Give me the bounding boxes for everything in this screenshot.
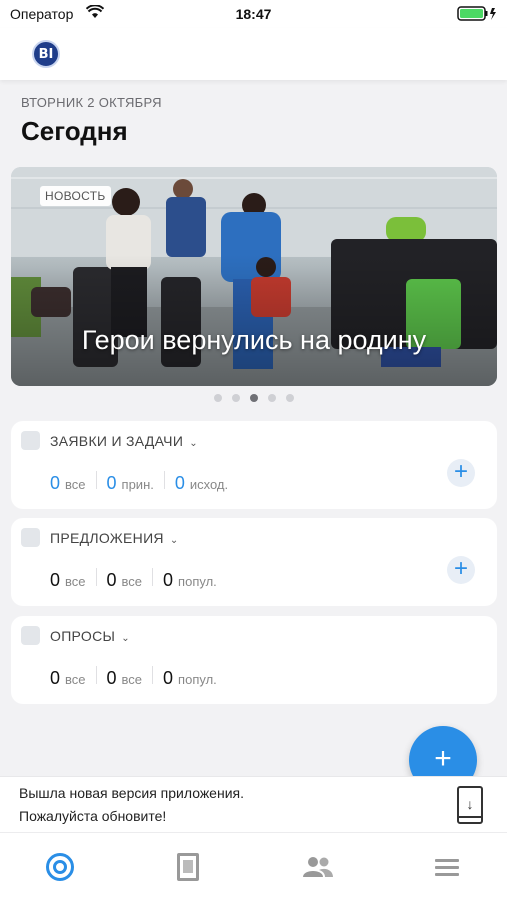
chevron-down-icon: ⌄ bbox=[121, 633, 130, 644]
stat-all[interactable]: 0 все bbox=[50, 668, 86, 689]
clock: 18:47 bbox=[235, 6, 272, 22]
stat-all[interactable]: 0 все bbox=[50, 570, 86, 591]
tab-people[interactable] bbox=[302, 851, 334, 883]
tab-bar bbox=[0, 832, 507, 900]
widget-title[interactable]: ЗАЯВКИ И ЗАДАЧИ ⌄ bbox=[50, 433, 198, 449]
tab-menu[interactable] bbox=[431, 851, 463, 883]
carousel-dot[interactable] bbox=[231, 394, 240, 402]
status-bar: Оператор 18:47 bbox=[0, 0, 507, 28]
menu-icon bbox=[435, 855, 459, 880]
widget-checkbox[interactable] bbox=[21, 528, 40, 547]
update-message-line1: Вышла новая версия приложения. bbox=[19, 785, 244, 801]
carousel-dot[interactable] bbox=[285, 394, 294, 402]
page-title: Сегодня bbox=[21, 116, 128, 146]
people-icon bbox=[303, 857, 333, 877]
widget-stats: 0 все 0 прин. 0 исход. bbox=[50, 471, 228, 494]
update-message-line2: Пожалуйста обновите! bbox=[19, 808, 167, 824]
carousel-dot[interactable] bbox=[213, 394, 222, 402]
document-icon bbox=[177, 853, 199, 881]
carousel-dot[interactable] bbox=[267, 394, 276, 402]
carousel-dot-active[interactable] bbox=[249, 394, 258, 402]
date-label: ВТОРНИК 2 ОКТЯБРЯ bbox=[21, 95, 162, 110]
stat-all-2[interactable]: 0 все bbox=[107, 668, 143, 689]
app-header: BI bbox=[0, 28, 507, 80]
add-request-button[interactable]: + bbox=[447, 459, 475, 487]
news-badge: НОВОСТЬ bbox=[40, 186, 111, 206]
chevron-down-icon: ⌄ bbox=[169, 535, 179, 546]
widget-stats: 0 все 0 все 0 попул. bbox=[50, 568, 217, 591]
target-icon bbox=[46, 853, 74, 881]
widget-title[interactable]: ПРЕДЛОЖЕНИЯ ⌄ bbox=[50, 530, 179, 546]
widget-title[interactable]: ОПРОСЫ ⌄ bbox=[50, 628, 130, 644]
stat-accepted[interactable]: 0 прин. bbox=[107, 473, 154, 494]
stat-outgoing[interactable]: 0 исход. bbox=[175, 473, 228, 494]
stat-popular[interactable]: 0 попул. bbox=[163, 668, 217, 689]
download-update-icon[interactable]: ↓ bbox=[457, 786, 483, 824]
stat-all-2[interactable]: 0 все bbox=[107, 570, 143, 591]
widget-stats: 0 все 0 все 0 попул. bbox=[50, 666, 217, 689]
stat-popular[interactable]: 0 попул. bbox=[163, 570, 217, 591]
tab-home[interactable] bbox=[44, 851, 76, 883]
stat-all[interactable]: 0 все bbox=[50, 473, 86, 494]
add-proposal-button[interactable]: + bbox=[447, 556, 475, 584]
widget-checkbox[interactable] bbox=[21, 626, 40, 645]
carousel-pagination[interactable] bbox=[0, 394, 507, 402]
widget-checkbox[interactable] bbox=[21, 431, 40, 450]
widget-polls: ОПРОСЫ ⌄ 0 все 0 все 0 попул. bbox=[11, 616, 497, 704]
app-logo[interactable]: BI bbox=[32, 40, 60, 68]
update-banner[interactable]: Вышла новая версия приложения. Пожалуйст… bbox=[0, 776, 507, 832]
news-title: Герои вернулись на родину bbox=[81, 325, 427, 355]
news-card[interactable]: НОВОСТЬ Герои вернулись на родину bbox=[11, 167, 497, 386]
battery-icon bbox=[457, 6, 497, 25]
widget-requests-tasks: ЗАЯВКИ И ЗАДАЧИ ⌄ 0 все 0 прин. 0 исход. + bbox=[11, 421, 497, 509]
chevron-down-icon: ⌄ bbox=[189, 438, 198, 449]
tab-documents[interactable] bbox=[172, 851, 204, 883]
widget-proposals: ПРЕДЛОЖЕНИЯ ⌄ 0 все 0 все 0 попул. + bbox=[11, 518, 497, 606]
